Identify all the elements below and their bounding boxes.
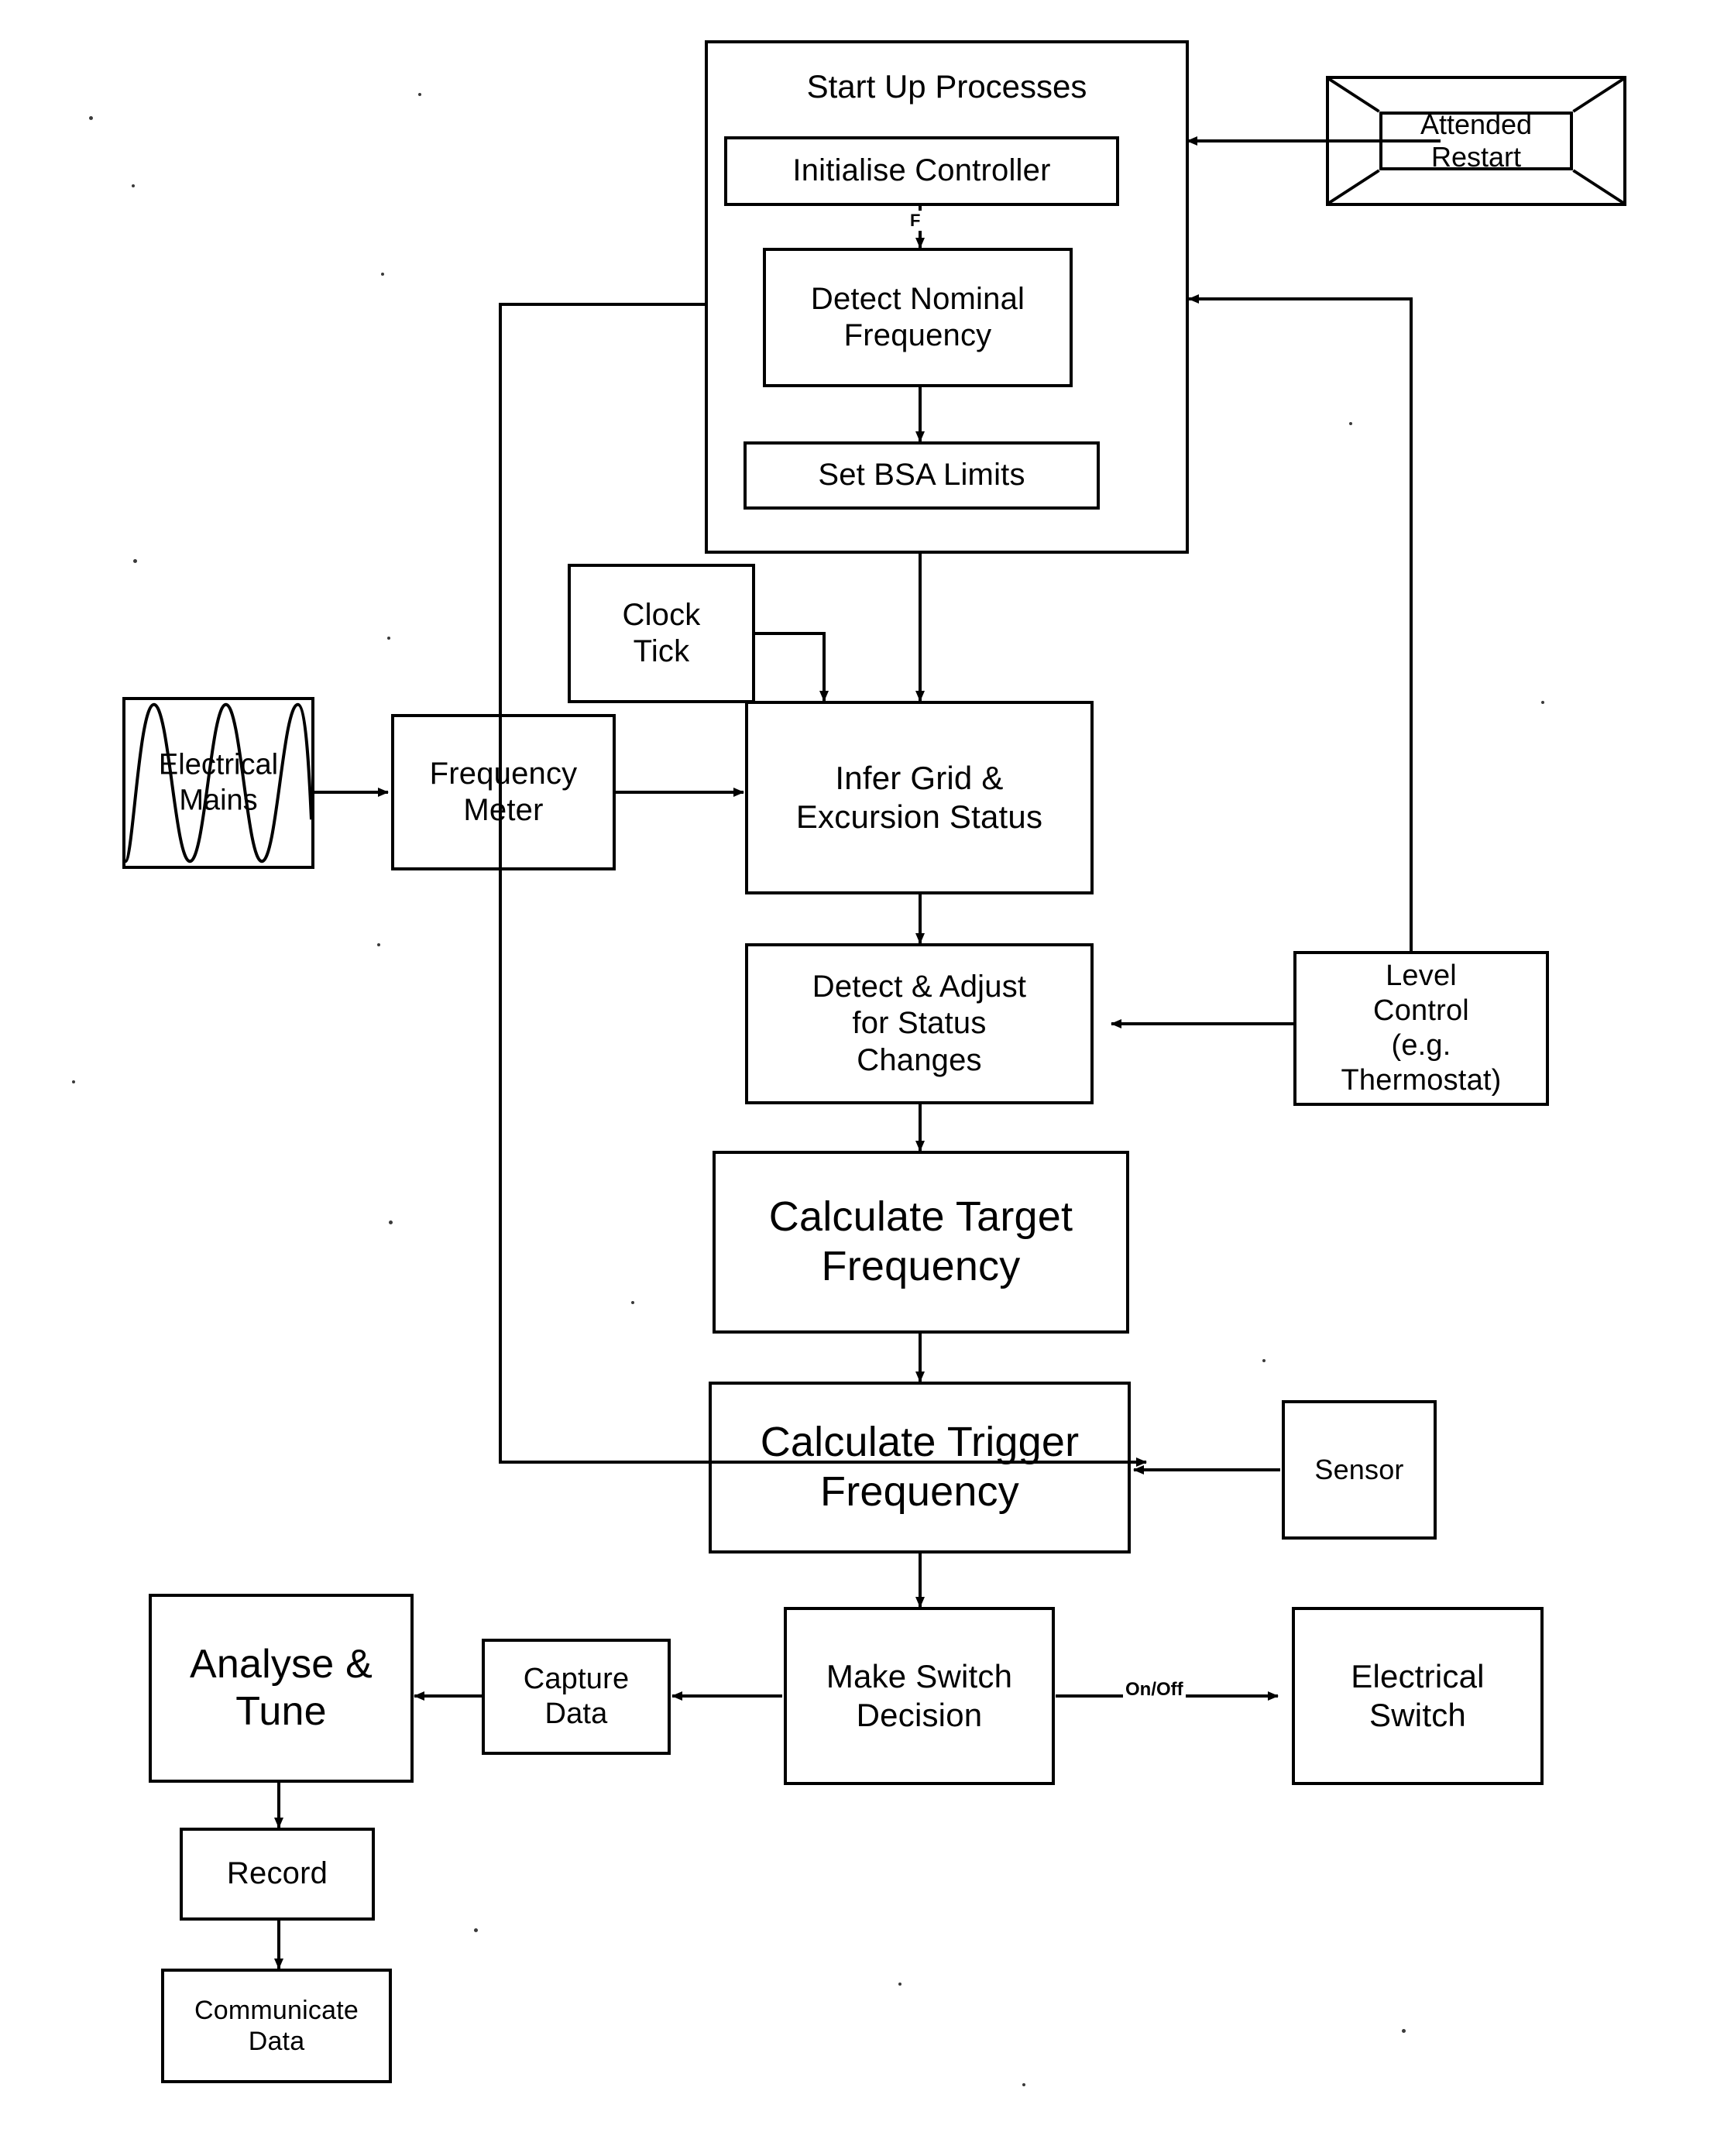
scan-speck [631, 1301, 634, 1304]
attended-restart-label: Attended Restart [1420, 108, 1533, 173]
calculate-trigger-frequency-box[interactable]: Calculate Trigger Frequency [709, 1382, 1131, 1553]
clock-tick-label: Clock Tick [622, 597, 701, 668]
scan-speck [132, 184, 135, 187]
detect-nominal-frequency-label: Detect Nominal Frequency [810, 281, 1025, 352]
scan-speck [72, 1080, 75, 1083]
scan-speck [89, 116, 93, 120]
scan-speck [133, 559, 137, 563]
attended-restart-box[interactable]: Attended Restart [1326, 76, 1626, 206]
record-label: Record [226, 1856, 328, 1891]
sensor-label: Sensor [1314, 1453, 1404, 1485]
scan-speck [1402, 2029, 1406, 2033]
detect-adjust-status-changes-box[interactable]: Detect & Adjust for Status Changes [745, 943, 1094, 1104]
frequency-meter-box[interactable]: Frequency Meter [391, 714, 616, 870]
communicate-data-label: Communicate Data [194, 1995, 359, 2056]
clock-tick-box[interactable]: Clock Tick [568, 564, 755, 703]
initialise-controller-label: Initialise Controller [792, 153, 1051, 188]
initialise-controller-box[interactable]: Initialise Controller [724, 136, 1119, 206]
scan-speck [387, 637, 390, 640]
capture-data-box[interactable]: Capture Data [482, 1639, 671, 1755]
scan-speck [381, 273, 384, 276]
scan-speck [1262, 1359, 1266, 1362]
electrical-switch-label: Electrical Switch [1351, 1658, 1485, 1733]
wire-clocktick-to-infer [755, 632, 829, 702]
start-up-processes-title: Start Up Processes [806, 68, 1087, 105]
scan-speck [1349, 422, 1352, 425]
scan-speck [1541, 701, 1544, 704]
attended-restart-inner: Attended Restart [1379, 108, 1574, 173]
electrical-mains-label: Electrical Mains [158, 748, 279, 816]
analyse-and-tune-label: Analyse & Tune [190, 1641, 373, 1734]
detect-nominal-frequency-box[interactable]: Detect Nominal Frequency [763, 248, 1073, 387]
set-bsa-limits-box[interactable]: Set BSA Limits [744, 441, 1100, 510]
electrical-mains-box[interactable]: Electrical Mains [122, 697, 314, 869]
frequency-meter-label: Frequency Meter [429, 756, 578, 827]
capture-data-label: Capture Data [523, 1663, 630, 1730]
flowchart-canvas: Start Up Processes Initialise Controller… [0, 0, 1724, 2156]
infer-grid-excursion-status-label: Infer Grid & Excursion Status [795, 760, 1043, 835]
scan-speck [418, 93, 421, 96]
analyse-and-tune-box[interactable]: Analyse & Tune [149, 1594, 414, 1783]
scan-speck [377, 943, 380, 946]
record-box[interactable]: Record [180, 1828, 375, 1921]
infer-grid-excursion-status-box[interactable]: Infer Grid & Excursion Status [745, 701, 1094, 894]
electrical-switch-box[interactable]: Electrical Switch [1292, 1607, 1544, 1785]
calculate-target-frequency-box[interactable]: Calculate Target Frequency [713, 1151, 1129, 1334]
level-control-label: Level Control (e.g. Thermostat) [1341, 960, 1502, 1097]
detect-adjust-status-changes-label: Detect & Adjust for Status Changes [812, 970, 1027, 1077]
set-bsa-limits-label: Set BSA Limits [818, 458, 1025, 493]
communicate-data-box[interactable]: Communicate Data [161, 1969, 392, 2083]
calculate-target-frequency-label: Calculate Target Frequency [768, 1193, 1073, 1289]
make-switch-decision-label: Make Switch Decision [826, 1658, 1013, 1733]
scan-speck [1022, 2083, 1025, 2086]
wire-levelcontrol-to-startup [1188, 294, 1413, 951]
edge-label-on-off: On/Off [1123, 1679, 1186, 1701]
make-switch-decision-box[interactable]: Make Switch Decision [784, 1607, 1055, 1785]
sensor-box[interactable]: Sensor [1282, 1400, 1437, 1540]
scan-speck [474, 1928, 478, 1932]
scan-speck [898, 1983, 901, 1986]
scan-speck [389, 1220, 393, 1224]
calculate-trigger-frequency-label: Calculate Trigger Frequency [760, 1419, 1080, 1515]
edge-label-f: F [908, 211, 923, 231]
level-control-box[interactable]: Level Control (e.g. Thermostat) [1293, 951, 1549, 1106]
